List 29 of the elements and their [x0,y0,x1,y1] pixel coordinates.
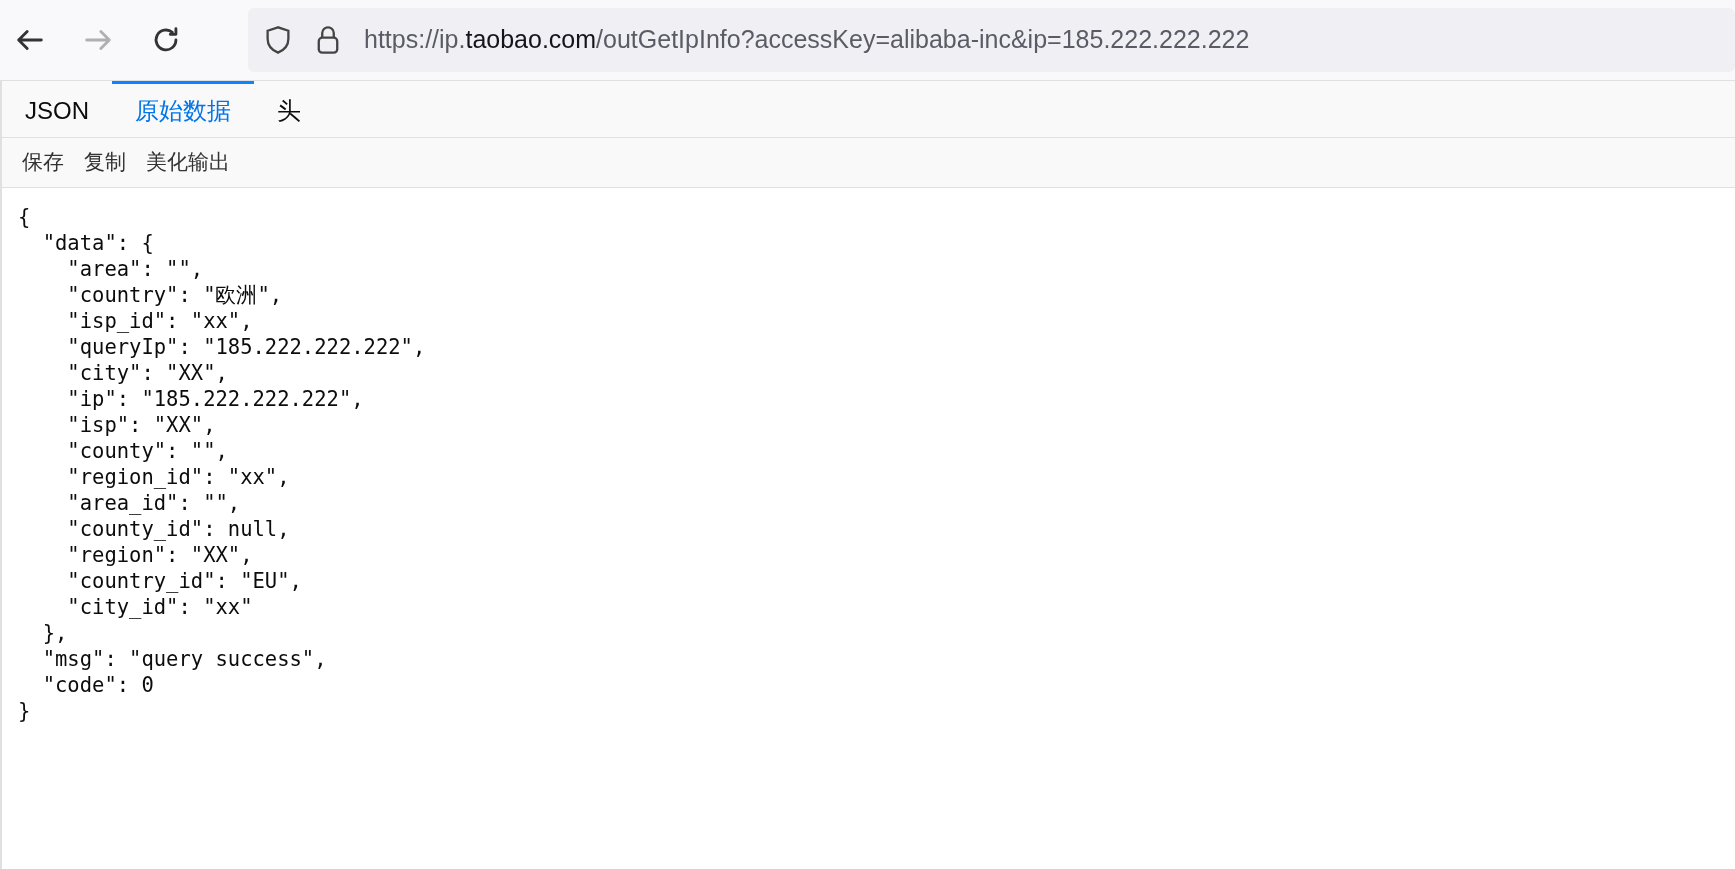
toolbar-button[interactable]: 美化输出 [126,146,230,179]
code-line: "region_id": "xx", [66,464,291,490]
code-line: "city_id": "xx" [66,594,254,620]
code-line: "code": 0 [41,672,155,698]
code-line: "data": { [41,230,155,256]
code-line: "area": "", [66,256,205,282]
code-line: "isp_id": "xx", [66,308,254,334]
toolbar-button[interactable]: 复制 [64,146,126,179]
code-line: }, [41,620,69,646]
code-line: "msg": "query success", [41,646,328,672]
toolbar-button[interactable]: 保存 [2,146,64,179]
code-line: "ip": "185.222.222.222", [66,386,365,412]
code-line: "county": "", [66,438,229,464]
code-line: "queryIp": "185.222.222.222", [66,334,427,360]
url-text: https://ip.taobao.com/outGetIpInfo?accessKey=alibaba-inc&ip=185.222.222.222 [364,24,1250,56]
code-line: "area_id": "", [66,490,242,516]
code-line: "isp": "XX", [66,412,217,438]
code-line: "country": "欧洲", [66,282,284,308]
code-line: "city": "XX", [66,360,229,386]
code-line: } [18,698,32,724]
shield-icon[interactable] [264,25,292,55]
code-line: "county_id": null, [66,516,291,542]
viewer-tab[interactable]: JSON [2,81,112,138]
code-line: "country_id": "EU", [66,568,303,594]
code-line: { [18,204,32,230]
code-line: "region": "XX", [66,542,254,568]
address-bar[interactable]: https://ip.taobao.com/outGetIpInfo?accessKey=alibaba-inc&ip=185.222.222.222 [248,8,1735,72]
lock-icon [316,25,340,55]
viewer-tab[interactable]: 头 [254,81,324,138]
